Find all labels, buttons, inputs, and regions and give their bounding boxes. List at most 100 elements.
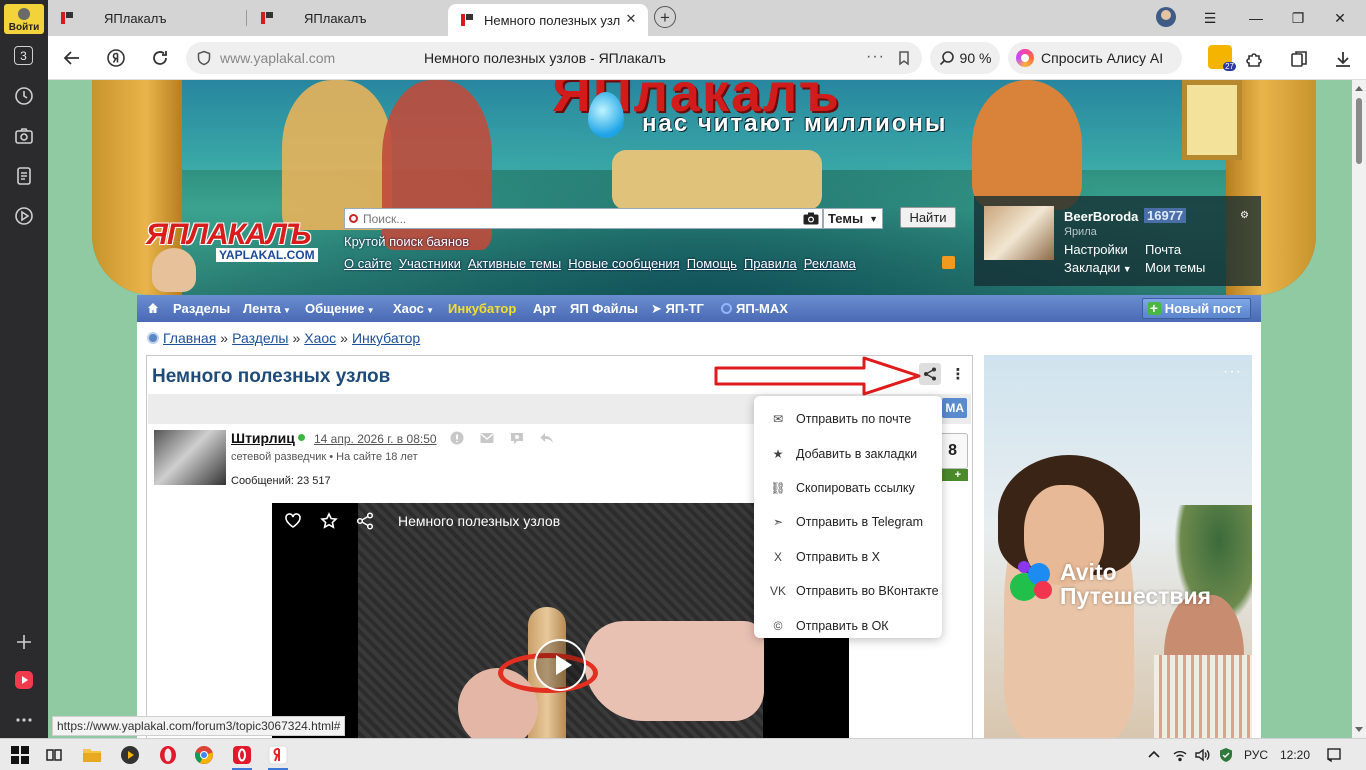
page-scrollbar[interactable] bbox=[1352, 80, 1366, 738]
opera-gx-icon[interactable] bbox=[230, 743, 254, 770]
message-icon[interactable] bbox=[479, 430, 495, 446]
clock[interactable]: 12:20 bbox=[1280, 748, 1310, 762]
breadcrumb-sections[interactable]: Разделы bbox=[232, 330, 288, 346]
yandex-browser-icon[interactable] bbox=[266, 743, 290, 770]
topic-tag[interactable]: МА bbox=[942, 398, 967, 418]
post-date[interactable]: 14 апр. 2026 г. в 08:50 bbox=[314, 432, 437, 446]
new-post-button[interactable]: Новый пост bbox=[1141, 298, 1251, 319]
reload-button[interactable] bbox=[148, 46, 172, 70]
breadcrumb-chaos[interactable]: Хаос bbox=[304, 330, 336, 346]
chrome-icon[interactable] bbox=[192, 743, 216, 767]
tab-2[interactable]: ЯПлакалъ bbox=[248, 4, 444, 32]
video-app-icon[interactable] bbox=[12, 668, 36, 692]
ad-more-icon[interactable]: ··· bbox=[1223, 363, 1242, 381]
link-members[interactable]: Участники bbox=[399, 256, 461, 271]
more-icon[interactable] bbox=[12, 708, 36, 732]
nav-chaos[interactable]: Хаос ▼ bbox=[393, 301, 434, 316]
ask-alice-button[interactable]: Спросить Алису AI bbox=[1008, 42, 1182, 74]
topic-more-icon[interactable]: ⋮ bbox=[949, 363, 967, 385]
input-language[interactable]: РУС bbox=[1244, 748, 1268, 762]
search-scope-select[interactable]: Темы ▼ bbox=[823, 208, 883, 229]
link-help[interactable]: Помощь bbox=[687, 256, 737, 271]
link-ads[interactable]: Реклама bbox=[804, 256, 856, 271]
tab-3-active[interactable]: Немного полезных узл ✕ bbox=[448, 4, 648, 36]
camera-icon[interactable] bbox=[803, 212, 819, 225]
screenshot-icon[interactable] bbox=[12, 124, 36, 148]
windows-start-icon[interactable] bbox=[8, 743, 32, 767]
profile-avatar[interactable] bbox=[1156, 7, 1176, 27]
notifications-icon[interactable] bbox=[1326, 747, 1342, 763]
star-icon[interactable] bbox=[320, 512, 338, 530]
share-icon[interactable] bbox=[356, 512, 374, 530]
volume-icon[interactable] bbox=[1194, 747, 1210, 763]
home-icon[interactable] bbox=[147, 302, 159, 314]
nav-max[interactable]: ЯП-MAX bbox=[721, 301, 788, 316]
bookmark-icon[interactable] bbox=[896, 50, 912, 66]
yandex-button[interactable] bbox=[104, 46, 128, 70]
breadcrumb-incubator[interactable]: Инкубатор bbox=[352, 330, 420, 346]
share-ok-item[interactable]: © Отправить в ОК bbox=[754, 608, 942, 642]
share-telegram-item[interactable]: ➣ Отправить в Telegram bbox=[754, 505, 942, 539]
play-button-icon[interactable] bbox=[534, 639, 586, 691]
user-settings-icon[interactable]: ⚙ bbox=[1240, 210, 1249, 221]
opera-icon[interactable] bbox=[156, 743, 180, 767]
user-link-bookmarks[interactable]: Закладки ▼ bbox=[1064, 260, 1132, 275]
search-input[interactable] bbox=[363, 212, 793, 226]
collections-icon[interactable] bbox=[1288, 48, 1310, 70]
nav-tg[interactable]: ➤ ЯП-ТГ bbox=[651, 301, 704, 317]
search-button[interactable]: Найти bbox=[900, 207, 956, 228]
close-tab-icon[interactable]: ✕ bbox=[622, 10, 640, 28]
notes-icon[interactable] bbox=[12, 164, 36, 188]
url-bar[interactable]: www.yaplakal.com Немного полезных узлов … bbox=[186, 42, 922, 74]
post-author-avatar[interactable] bbox=[154, 430, 226, 485]
reply-icon[interactable] bbox=[539, 430, 555, 446]
history-icon[interactable] bbox=[12, 84, 36, 108]
link-new-messages[interactable]: Новые сообщения bbox=[568, 256, 680, 271]
user-link-mail[interactable]: Почта bbox=[1145, 242, 1181, 257]
add-icon[interactable] bbox=[12, 630, 36, 654]
quote-icon[interactable] bbox=[509, 430, 525, 446]
post-author-name[interactable]: Штирлиц bbox=[231, 430, 295, 446]
zoom-button[interactable]: 90 % bbox=[930, 42, 1000, 74]
url-more-icon[interactable]: ··· bbox=[866, 48, 885, 66]
back-button[interactable] bbox=[60, 46, 84, 70]
share-email-item[interactable]: ✉ Отправить по почте bbox=[754, 402, 942, 436]
user-link-my-topics[interactable]: Мои темы bbox=[1145, 260, 1205, 275]
tray-expand-icon[interactable] bbox=[1146, 747, 1162, 763]
media-player-icon[interactable] bbox=[118, 743, 142, 767]
security-shield-icon[interactable] bbox=[196, 50, 212, 66]
file-explorer-icon[interactable] bbox=[80, 743, 104, 767]
share-x-item[interactable]: X Отправить в X bbox=[754, 540, 942, 574]
share-copy-link-item[interactable]: ⛓ Скопировать ссылку bbox=[754, 471, 942, 505]
nav-files[interactable]: ЯП Файлы bbox=[570, 301, 638, 316]
user-avatar[interactable] bbox=[984, 206, 1054, 260]
link-active-topics[interactable]: Активные темы bbox=[468, 256, 561, 271]
close-window-icon[interactable]: ✕ bbox=[1328, 6, 1352, 30]
extension-icon[interactable]: 27 bbox=[1208, 45, 1236, 71]
share-bookmark-item[interactable]: ★ Добавить в закладки bbox=[754, 436, 942, 470]
nav-incubator[interactable]: Инкубатор bbox=[448, 301, 516, 316]
nav-sections[interactable]: Разделы bbox=[173, 301, 230, 316]
menu-icon[interactable]: ☰ bbox=[1198, 6, 1222, 30]
download-icon[interactable] bbox=[1332, 48, 1354, 70]
scroll-down-icon[interactable] bbox=[1355, 727, 1363, 732]
security-icon[interactable] bbox=[1218, 747, 1234, 763]
task-view-icon[interactable] bbox=[42, 743, 66, 767]
report-icon[interactable] bbox=[449, 430, 465, 446]
play-circle-icon[interactable] bbox=[12, 204, 36, 228]
heart-icon[interactable] bbox=[284, 512, 302, 530]
link-rules[interactable]: Правила bbox=[744, 256, 797, 271]
link-about[interactable]: О сайте bbox=[344, 256, 392, 271]
user-name[interactable]: BeerBoroda bbox=[1064, 209, 1138, 224]
new-tab-button[interactable]: + bbox=[654, 6, 676, 28]
restore-icon[interactable]: ❐ bbox=[1286, 6, 1310, 30]
rss-icon[interactable] bbox=[942, 256, 955, 269]
user-link-settings[interactable]: Настройки bbox=[1064, 242, 1128, 257]
nav-feed[interactable]: Лента ▼ bbox=[243, 301, 291, 316]
minimize-icon[interactable]: — bbox=[1244, 6, 1268, 30]
scroll-thumb[interactable] bbox=[1356, 98, 1362, 164]
ad-banner[interactable]: ··· Avito Путешествия bbox=[984, 355, 1252, 738]
tabs-count-icon[interactable]: 3 bbox=[14, 46, 33, 65]
tab-1[interactable]: ЯПлакалъ bbox=[48, 4, 244, 32]
puzzle-extensions-icon[interactable] bbox=[1244, 48, 1266, 70]
